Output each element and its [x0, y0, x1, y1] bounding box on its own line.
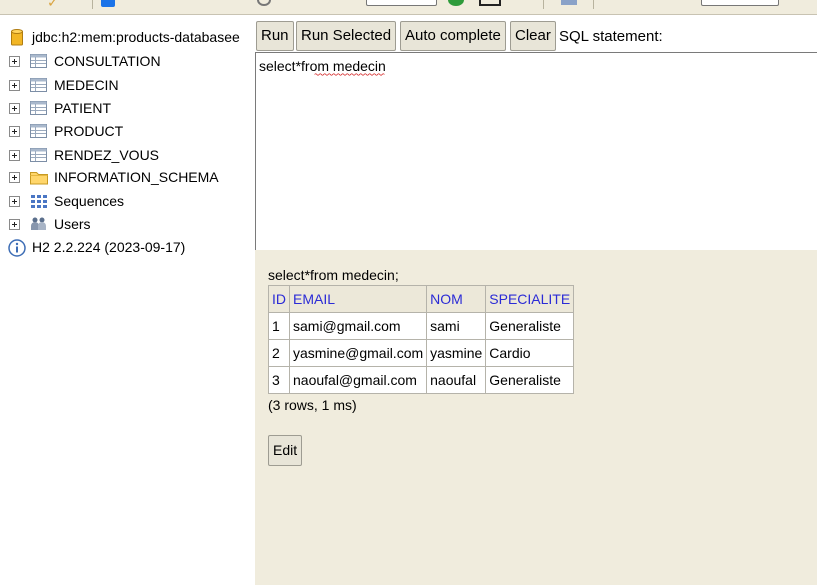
clear-button[interactable]: Clear	[510, 21, 556, 51]
tree-item-label: MEDECIN	[54, 77, 119, 93]
execute-icon[interactable]	[448, 0, 464, 6]
column-header-nom[interactable]: NOM	[426, 285, 487, 313]
expand-icon[interactable]	[9, 56, 20, 67]
tree-item-product[interactable]: PRODUCT	[8, 122, 255, 142]
folder-icon	[30, 169, 48, 185]
sql-statement-label: SQL statement:	[559, 28, 663, 45]
table-header-row: ID EMAIL NOM SPECIALITE	[268, 285, 575, 313]
connection-label: jdbc:h2:mem:products-databasee	[32, 29, 240, 45]
version-label: H2 2.2.224 (2023-09-17)	[32, 239, 186, 255]
table-icon	[30, 147, 48, 163]
tree-item-label: Users	[54, 216, 91, 232]
tree-item-label: PRODUCT	[54, 123, 124, 139]
tree-item-medecin[interactable]: MEDECIN	[8, 76, 255, 96]
spellcheck-underline	[314, 73, 385, 76]
tree-item-patient[interactable]: PATIENT	[8, 99, 255, 119]
tree-item-label: Sequences	[54, 193, 125, 209]
column-header-specialite[interactable]: SPECIALITE	[485, 285, 575, 313]
toolbar-checkbox-icon[interactable]	[101, 0, 115, 7]
users-icon	[30, 216, 48, 232]
column-header-id[interactable]: ID	[268, 285, 290, 313]
expand-icon[interactable]	[9, 150, 20, 161]
table-cell: sami	[426, 312, 487, 340]
tree-item-label: RENDEZ_VOUS	[54, 147, 160, 163]
sql-editor[interactable]: select*from medecin	[255, 52, 817, 250]
expand-icon[interactable]	[9, 172, 20, 183]
table-row: 2 yasmine@gmail.com yasmine Cardio	[268, 339, 575, 367]
table-row: 3 naoufal@gmail.com naoufal Generaliste	[268, 366, 575, 394]
results-table: ID EMAIL NOM SPECIALITE 1 sami@gmail.com…	[268, 285, 575, 394]
expand-icon[interactable]	[9, 126, 20, 137]
edit-button[interactable]: Edit	[268, 435, 303, 466]
tree-item-information-schema[interactable]: INFORMATION_SCHEMA	[8, 168, 255, 188]
auto-complete-button[interactable]: Auto complete	[400, 21, 506, 51]
table-icon	[30, 100, 48, 116]
toolbar-icon[interactable]: ✓	[47, 0, 59, 11]
run-selected-button[interactable]: Run Selected	[296, 21, 397, 51]
table-cell: 3	[268, 366, 290, 394]
toolbar: ✓	[0, 0, 817, 15]
query-toolbar: Run Run Selected Auto complete Clear SQL…	[255, 15, 817, 53]
toolbar-separator	[593, 0, 594, 9]
result-summary: (3 rows, 1 ms)	[268, 397, 357, 413]
schema-tree: jdbc:h2:mem:products-databasee CONSULTAT…	[0, 15, 255, 585]
toolbar-separator	[543, 0, 544, 9]
tree-item-label: PATIENT	[54, 100, 112, 116]
table-cell: 1	[268, 312, 290, 340]
run-button[interactable]: Run	[256, 21, 294, 51]
table-icon	[30, 77, 48, 93]
toolbar-input[interactable]	[366, 0, 437, 6]
table-cell: naoufal	[426, 366, 487, 394]
table-cell: sami@gmail.com	[288, 312, 428, 340]
tree-item-rendez-vous[interactable]: RENDEZ_VOUS	[8, 146, 255, 166]
toolbar-input[interactable]	[701, 0, 779, 6]
tree-item-label: INFORMATION_SCHEMA	[54, 169, 219, 185]
refresh-icon[interactable]	[257, 0, 271, 6]
tree-item-label: CONSULTATION	[54, 53, 161, 69]
connection-node[interactable]: jdbc:h2:mem:products-databasee	[8, 28, 255, 48]
document-icon[interactable]	[561, 0, 577, 5]
database-icon	[11, 29, 23, 48]
executed-statement: select*from medecin;	[268, 267, 399, 283]
table-cell: Generaliste	[485, 312, 575, 340]
history-icon[interactable]	[479, 0, 501, 6]
table-icon	[30, 53, 48, 69]
column-header-email[interactable]: EMAIL	[288, 285, 428, 313]
expand-icon[interactable]	[9, 219, 20, 230]
tree-item-sequences[interactable]: Sequences	[8, 192, 255, 212]
table-icon	[30, 123, 48, 139]
info-icon	[8, 239, 26, 260]
expand-icon[interactable]	[9, 196, 20, 207]
table-cell: Generaliste	[485, 366, 575, 394]
table-row: 1 sami@gmail.com sami Generaliste	[268, 312, 575, 340]
sql-editor-text[interactable]: select*from medecin	[259, 58, 386, 74]
tree-item-users[interactable]: Users	[8, 215, 255, 235]
table-cell: yasmine@gmail.com	[288, 339, 428, 367]
tree-item-consultation[interactable]: CONSULTATION	[8, 52, 255, 72]
results-panel: select*from medecin; ID EMAIL NOM SPECIA…	[255, 250, 817, 585]
expand-icon[interactable]	[9, 80, 20, 91]
expand-icon[interactable]	[9, 103, 20, 114]
toolbar-separator	[92, 0, 93, 9]
table-cell: naoufal@gmail.com	[288, 366, 428, 394]
table-cell: yasmine	[426, 339, 487, 367]
sequences-icon	[30, 193, 48, 209]
table-cell: 2	[268, 339, 290, 367]
table-cell: Cardio	[485, 339, 575, 367]
